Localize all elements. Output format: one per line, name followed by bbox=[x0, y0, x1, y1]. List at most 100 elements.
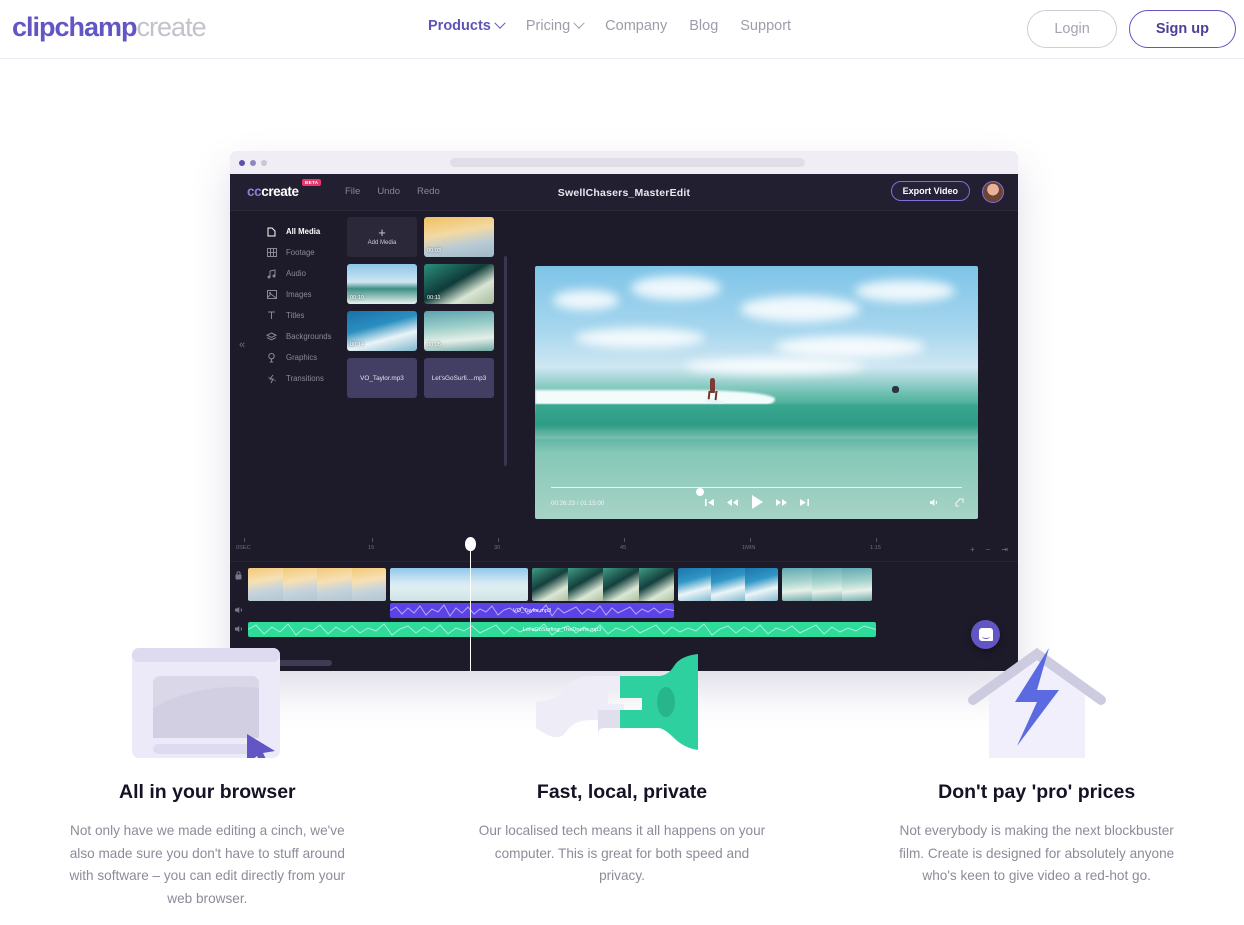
sidebar-label-backgrounds: Backgrounds bbox=[286, 332, 332, 341]
media-thumbnail[interactable]: 00:05 bbox=[424, 311, 494, 351]
ruler-label: 15 bbox=[368, 545, 375, 551]
brand-logo[interactable]: clipchampcreate bbox=[12, 12, 207, 43]
timeline-audio-clip[interactable]: Let'sGoSurfing_TheDrums.mp3 bbox=[248, 622, 876, 637]
site-header: clipchampcreate Products Pricing Company… bbox=[0, 0, 1244, 59]
window-dot-close-icon bbox=[239, 159, 245, 166]
nav-item-pricing[interactable]: Pricing bbox=[526, 17, 585, 34]
feature-description: Not everybody is making the next blockbu… bbox=[899, 823, 1175, 883]
window-dot-maximize-icon bbox=[261, 159, 267, 166]
nav-item-blog[interactable]: Blog bbox=[689, 18, 718, 34]
features-section: All in your browser Not only have we mad… bbox=[0, 640, 1244, 925]
timeline-clip[interactable] bbox=[782, 568, 872, 601]
export-video-button[interactable]: Export Video bbox=[890, 181, 970, 201]
chevron-down-icon bbox=[494, 17, 506, 29]
transition-icon bbox=[266, 373, 277, 384]
sidebar-label-audio: Audio bbox=[286, 269, 306, 278]
feature-description: Our localised tech means it all happens … bbox=[478, 823, 766, 883]
ruler-label: 0SEC bbox=[236, 545, 251, 551]
media-thumbnail[interactable]: 00:03 bbox=[424, 217, 494, 257]
main-navigation: Products Pricing Company Blog Support bbox=[428, 17, 791, 34]
fit-timeline-icon[interactable]: ⇥ bbox=[1001, 545, 1008, 554]
login-button[interactable]: Login bbox=[1027, 10, 1117, 48]
audio-clip-label: Let'sGoSurfing_TheDrums.mp3 bbox=[522, 626, 602, 633]
cloud-shape bbox=[575, 328, 705, 348]
app-body: cccreate BETA File Undo Redo SwellChaser… bbox=[230, 174, 1018, 671]
timeline-zoom-controls: + − ⇥ bbox=[970, 545, 1008, 554]
surfer-figure bbox=[704, 378, 725, 405]
speaker-icon[interactable] bbox=[235, 606, 244, 616]
zoom-in-icon[interactable]: + bbox=[970, 545, 975, 554]
logo-primary-text: clipchamp bbox=[12, 12, 138, 42]
media-audio-tile[interactable]: VO_Taylor.mp3 bbox=[347, 358, 417, 398]
sidebar-label-titles: Titles bbox=[286, 311, 305, 320]
feature-title: All in your browser bbox=[119, 781, 296, 803]
library-scrollbar[interactable] bbox=[504, 256, 507, 466]
timeline-clip[interactable] bbox=[390, 568, 528, 601]
sidebar-label-graphics: Graphics bbox=[286, 353, 318, 362]
cloud-shape bbox=[855, 280, 955, 302]
audio-clip-label: VO_Taylor.mp3 bbox=[512, 607, 552, 614]
timeline-audio-track-2: Let'sGoSurfing_TheDrums.mp3 bbox=[230, 622, 1018, 639]
add-media-tile[interactable]: + Add Media bbox=[347, 217, 417, 257]
ruler-label: 30 bbox=[494, 545, 501, 551]
layers-icon bbox=[266, 331, 277, 342]
media-thumbnail[interactable]: 00:14 bbox=[347, 311, 417, 351]
timeline-video-track bbox=[230, 568, 1018, 601]
media-thumbnail[interactable]: 00:19 bbox=[347, 264, 417, 304]
timeline-clip[interactable] bbox=[248, 568, 386, 601]
ruler-label: 45 bbox=[620, 545, 627, 551]
feature-title: Fast, local, private bbox=[536, 781, 708, 803]
timeline-ruler[interactable]: 0SEC 15 30 45 1MIN 1:15 + − ⇥ bbox=[230, 536, 1018, 562]
nav-label-company: Company bbox=[605, 18, 668, 34]
cloud-shape bbox=[775, 336, 925, 358]
expand-icon[interactable] bbox=[955, 498, 964, 509]
plug-connect-icon bbox=[534, 640, 710, 758]
nav-item-products[interactable]: Products bbox=[428, 17, 506, 34]
feature-card-browser: All in your browser Not only have we mad… bbox=[0, 640, 415, 925]
timeline-audio-clip[interactable]: VO_Taylor.mp3 bbox=[390, 603, 674, 618]
player-progress-track[interactable] bbox=[551, 487, 962, 496]
video-preview-player[interactable]: 00:26:23 / 01:15:00 bbox=[535, 266, 978, 519]
timeline-clip[interactable] bbox=[678, 568, 778, 601]
timeline-playhead-line bbox=[469, 549, 471, 671]
media-thumbnail[interactable]: 00:11 bbox=[424, 264, 494, 304]
nav-label-blog: Blog bbox=[689, 18, 719, 34]
timeline-audio-track-1: VO_Taylor.mp3 bbox=[230, 603, 1018, 620]
media-grid: + Add Media 00:03 00:19 00:11 00:14 00:0… bbox=[347, 217, 497, 398]
media-library-panel: All Media Footage Audio Images Titles Ba… bbox=[230, 211, 510, 536]
signup-button[interactable]: Sign up bbox=[1128, 10, 1236, 48]
timeline-clip[interactable] bbox=[532, 568, 674, 601]
app-mockup-window: cccreate BETA File Undo Redo SwellChaser… bbox=[230, 151, 1018, 671]
beta-badge: BETA bbox=[302, 179, 322, 186]
file-icon bbox=[266, 226, 277, 237]
ruler-label: 1:15 bbox=[870, 545, 881, 551]
skip-to-start-icon[interactable] bbox=[704, 498, 714, 507]
collapse-panel-icon[interactable]: « bbox=[239, 339, 245, 351]
zoom-out-icon[interactable]: − bbox=[986, 545, 991, 554]
skip-to-end-icon[interactable] bbox=[799, 498, 809, 507]
ruler-label: 1MIN bbox=[742, 545, 756, 551]
play-icon[interactable] bbox=[751, 495, 763, 509]
rewind-icon[interactable] bbox=[726, 498, 738, 507]
sidebar-label-images: Images bbox=[286, 290, 312, 299]
nav-item-support[interactable]: Support bbox=[740, 18, 791, 34]
media-audio-tile[interactable]: Let'sGoSurfi....mp3 bbox=[424, 358, 494, 398]
user-avatar[interactable] bbox=[982, 181, 1004, 203]
speaker-icon[interactable] bbox=[235, 625, 244, 635]
nav-label-products: Products bbox=[428, 18, 491, 34]
sidebar-label-transitions: Transitions bbox=[286, 374, 324, 383]
music-note-icon bbox=[266, 268, 277, 279]
timeline-playhead-handle[interactable] bbox=[465, 537, 476, 551]
sidebar-label-all-media: All Media bbox=[286, 227, 321, 236]
cloud-shape bbox=[631, 276, 721, 300]
lock-icon[interactable] bbox=[235, 571, 242, 582]
media-duration: 00:19 bbox=[350, 295, 364, 301]
cloud-shape bbox=[553, 290, 619, 310]
sidebar-label-footage: Footage bbox=[286, 248, 315, 257]
browser-window-cursor-icon bbox=[131, 640, 283, 758]
chevron-down-icon bbox=[573, 17, 585, 29]
shapes-icon bbox=[266, 352, 277, 363]
speaker-icon[interactable] bbox=[930, 498, 939, 509]
fast-forward-icon[interactable] bbox=[775, 498, 787, 507]
nav-item-company[interactable]: Company bbox=[605, 18, 667, 34]
